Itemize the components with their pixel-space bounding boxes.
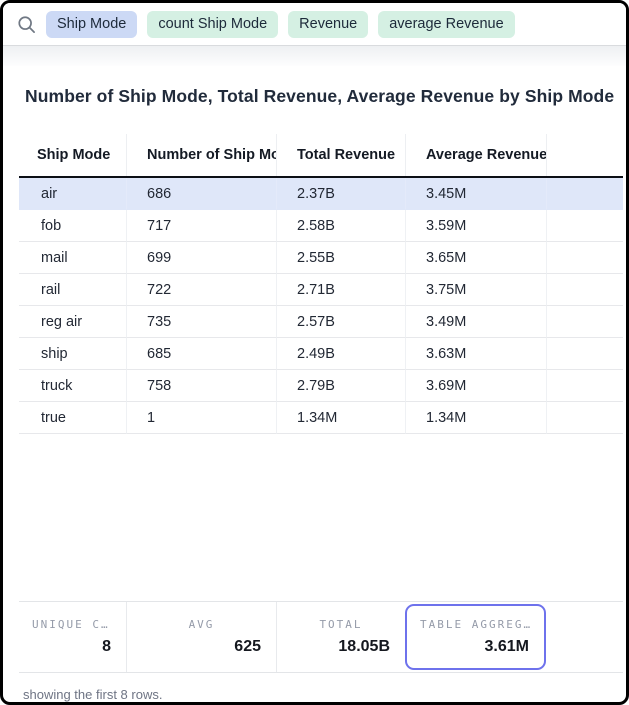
cell-ship-mode: mail: [19, 242, 126, 274]
cell-total-revenue: 2.49B: [276, 338, 405, 370]
summary-label: AVG: [140, 618, 263, 631]
cell-count: 699: [126, 242, 276, 274]
table-header-row: Ship Mode Number of Ship Mod Total Reven…: [19, 134, 623, 178]
table-row[interactable]: rail 722 2.71B 3.75M: [19, 274, 623, 306]
cell-total-revenue: 2.57B: [276, 306, 405, 338]
cell-ship-mode: ship: [19, 338, 126, 370]
column-header-ship-mode[interactable]: Ship Mode: [19, 134, 126, 176]
cell-count: 717: [126, 210, 276, 242]
chip-revenue[interactable]: Revenue: [288, 11, 368, 38]
table-row[interactable]: ship 685 2.49B 3.63M: [19, 338, 623, 370]
table-empty-area: [3, 434, 626, 601]
cell-empty: [546, 370, 623, 402]
cell-average-revenue: 3.69M: [405, 370, 546, 402]
summary-value: 3.61M: [407, 638, 544, 656]
summary-value: 625: [127, 638, 276, 656]
cell-ship-mode: reg air: [19, 306, 126, 338]
cell-count: 758: [126, 370, 276, 402]
table-row[interactable]: air 686 2.37B 3.45M: [19, 178, 623, 210]
search-bar[interactable]: Ship Mode count Ship Mode Revenue averag…: [3, 3, 626, 45]
chip-average-revenue[interactable]: average Revenue: [378, 11, 514, 38]
table-row[interactable]: reg air 735 2.57B 3.49M: [19, 306, 623, 338]
cell-count: 1: [126, 402, 276, 434]
chip-ship-mode[interactable]: Ship Mode: [46, 11, 137, 38]
cell-empty: [546, 178, 623, 210]
summary-cell-avg[interactable]: AVG 625: [126, 602, 276, 672]
cell-total-revenue: 1.34M: [276, 402, 405, 434]
cell-average-revenue: 3.45M: [405, 178, 546, 210]
cell-count: 686: [126, 178, 276, 210]
column-header-average-revenue[interactable]: Average Revenue: [405, 134, 546, 176]
cell-average-revenue: 3.65M: [405, 242, 546, 274]
cell-empty: [546, 210, 623, 242]
search-icon[interactable]: [17, 15, 36, 34]
row-count-text: showing the first 8 rows.: [23, 687, 162, 702]
cell-ship-mode: fob: [19, 210, 126, 242]
summary-value: 18.05B: [277, 638, 405, 656]
summary-cell-unique-count[interactable]: UNIQUE COUNT 8: [19, 602, 126, 672]
cell-ship-mode: air: [19, 178, 126, 210]
cell-average-revenue: 3.63M: [405, 338, 546, 370]
cell-average-revenue: 3.59M: [405, 210, 546, 242]
table-row[interactable]: fob 717 2.58B 3.59M: [19, 210, 623, 242]
cell-empty: [546, 274, 623, 306]
cell-empty: [546, 242, 623, 274]
table-row[interactable]: mail 699 2.55B 3.65M: [19, 242, 623, 274]
cell-total-revenue: 2.58B: [276, 210, 405, 242]
summary-cell-empty: [546, 602, 623, 672]
cell-count: 722: [126, 274, 276, 306]
table-row[interactable]: true 1 1.34M 1.34M: [19, 402, 623, 434]
app-window: Ship Mode count Ship Mode Revenue averag…: [0, 0, 629, 705]
cell-empty: [546, 338, 623, 370]
status-bar: showing the first 8 rows.: [3, 673, 626, 702]
results-table: Ship Mode Number of Ship Mod Total Reven…: [19, 134, 623, 434]
column-header-total-revenue[interactable]: Total Revenue: [276, 134, 405, 176]
summary-strip: UNIQUE COUNT 8 AVG 625 TOTAL 18.05B TABL…: [19, 601, 623, 673]
summary-cell-table-aggregate[interactable]: TABLE AGGREGATE 3.61M: [405, 604, 546, 670]
cell-empty: [546, 402, 623, 434]
column-header-empty: [546, 134, 623, 176]
table-row[interactable]: truck 758 2.79B 3.69M: [19, 370, 623, 402]
cell-ship-mode: true: [19, 402, 126, 434]
summary-label: UNIQUE COUNT: [32, 618, 113, 631]
cell-average-revenue: 3.49M: [405, 306, 546, 338]
topbar-divider: [3, 45, 626, 66]
summary-value: 8: [19, 638, 126, 656]
cell-total-revenue: 2.71B: [276, 274, 405, 306]
cell-ship-mode: rail: [19, 274, 126, 306]
page-title: Number of Ship Mode, Total Revenue, Aver…: [25, 86, 604, 107]
summary-cell-total[interactable]: TOTAL 18.05B: [276, 602, 405, 672]
chip-count-ship-mode[interactable]: count Ship Mode: [147, 11, 278, 38]
cell-average-revenue: 1.34M: [405, 402, 546, 434]
cell-count: 735: [126, 306, 276, 338]
cell-ship-mode: truck: [19, 370, 126, 402]
cell-count: 685: [126, 338, 276, 370]
column-header-number-of-ship-mode[interactable]: Number of Ship Mod: [126, 134, 276, 176]
summary-label: TABLE AGGREGATE: [420, 618, 531, 631]
cell-empty: [546, 306, 623, 338]
summary-label: TOTAL: [290, 618, 392, 631]
cell-total-revenue: 2.37B: [276, 178, 405, 210]
cell-total-revenue: 2.55B: [276, 242, 405, 274]
cell-average-revenue: 3.75M: [405, 274, 546, 306]
cell-total-revenue: 2.79B: [276, 370, 405, 402]
